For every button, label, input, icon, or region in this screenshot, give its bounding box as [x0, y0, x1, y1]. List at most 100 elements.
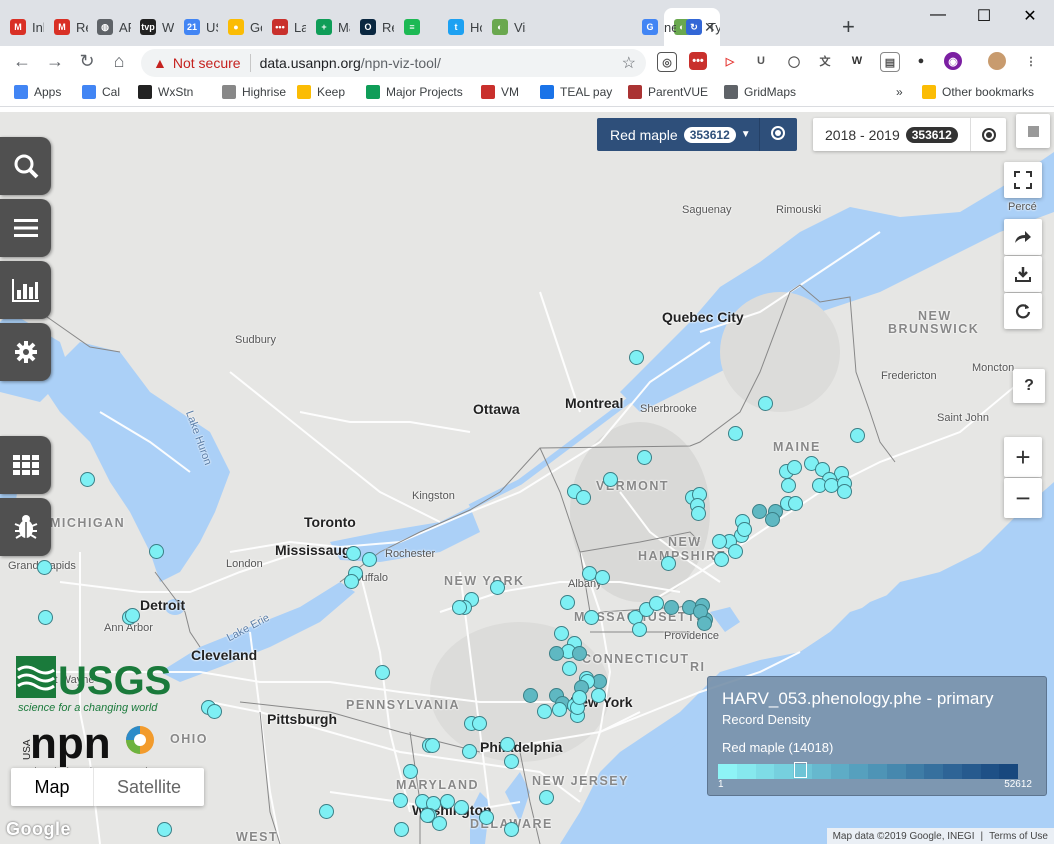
reload-icon[interactable]: ↻	[76, 51, 98, 72]
bookmark-0[interactable]: Apps	[14, 85, 61, 99]
back-icon[interactable]: ←	[11, 51, 33, 72]
observation-marker[interactable]	[637, 450, 652, 465]
terms-of-use-link[interactable]: Terms of Use	[989, 831, 1048, 842]
observation-marker[interactable]	[591, 688, 606, 703]
document-extension-icon[interactable]: ▤	[880, 52, 900, 72]
charts-button[interactable]	[0, 261, 51, 319]
avatar[interactable]	[988, 52, 1006, 70]
remove-year-icon[interactable]	[982, 128, 996, 142]
share-button[interactable]	[1004, 219, 1042, 255]
observation-marker[interactable]	[472, 716, 487, 731]
bookmark-2[interactable]: WxStn	[138, 85, 193, 99]
extension-icon[interactable]: ◎	[657, 52, 677, 72]
observation-marker[interactable]	[554, 626, 569, 641]
tab-9[interactable]: ≡	[394, 8, 438, 46]
grid-button[interactable]	[0, 436, 51, 494]
observation-marker[interactable]	[504, 822, 519, 837]
observation-marker[interactable]	[714, 552, 729, 567]
observation-marker[interactable]	[38, 610, 53, 625]
help-button[interactable]: ?	[1013, 369, 1045, 403]
bookmark-star-icon[interactable]: ☆	[622, 53, 636, 73]
minimize-button[interactable]: —	[923, 6, 953, 24]
map-type-map-button[interactable]: Map	[11, 768, 94, 806]
observation-marker[interactable]	[403, 764, 418, 779]
bookmark-3[interactable]: Highrise	[222, 85, 286, 99]
tab-13[interactable]: Gne	[632, 8, 676, 46]
map[interactable]: Saguenay Rimouski Percé Quebec City NEW BRUNS…	[0, 112, 1054, 844]
settings-button[interactable]	[0, 323, 51, 381]
observation-marker[interactable]	[362, 552, 377, 567]
other-bookmarks[interactable]: Other bookmarks	[922, 85, 1034, 99]
observation-marker[interactable]	[393, 793, 408, 808]
menu-dots-icon[interactable]: ⋮	[1022, 52, 1040, 70]
observation-marker[interactable]	[781, 478, 796, 493]
observation-marker[interactable]	[500, 737, 515, 752]
observation-marker[interactable]	[157, 822, 172, 837]
observation-marker[interactable]	[788, 496, 803, 511]
layers-menu-button[interactable]	[0, 199, 51, 257]
tab-10[interactable]: t Ho	[438, 8, 482, 46]
observation-marker[interactable]	[504, 754, 519, 769]
bookmark-5[interactable]: Major Projects	[366, 85, 463, 99]
observation-marker[interactable]	[125, 608, 140, 623]
home-icon[interactable]: ⌂	[108, 51, 130, 72]
observation-marker[interactable]	[572, 690, 587, 705]
bookmark-4[interactable]: Keep	[297, 85, 345, 99]
address-bar[interactable]: ▲ Not secure data.usanpn.org/npn-viz-too…	[141, 49, 646, 77]
download-button[interactable]	[1004, 256, 1042, 292]
observation-marker[interactable]	[375, 665, 390, 680]
tab-5[interactable]: ● Go	[218, 8, 262, 46]
bookmark-9[interactable]: GridMaps	[724, 85, 796, 99]
observation-marker[interactable]	[691, 506, 706, 521]
search-button[interactable]	[0, 137, 51, 195]
lastpass-extension-icon[interactable]: •••	[689, 52, 707, 70]
bookmarks-overflow-icon[interactable]: »	[896, 85, 903, 99]
observation-marker[interactable]	[549, 646, 564, 661]
zoom-out-button[interactable]: −	[1004, 478, 1042, 518]
observation-marker[interactable]	[346, 546, 361, 561]
observation-marker[interactable]	[344, 574, 359, 589]
observation-marker[interactable]	[560, 595, 575, 610]
observation-marker[interactable]	[454, 800, 469, 815]
tab-3[interactable]: tvp Wi	[130, 8, 174, 46]
observation-marker[interactable]	[149, 544, 164, 559]
year-range-selector[interactable]: 2018 - 2019 353612	[813, 118, 1006, 151]
refresh-button[interactable]	[1004, 293, 1042, 329]
observation-marker[interactable]	[537, 704, 552, 719]
map-options-toggle[interactable]	[1016, 114, 1050, 148]
observation-marker[interactable]	[728, 426, 743, 441]
observation-marker[interactable]	[787, 460, 802, 475]
observation-marker[interactable]	[603, 472, 618, 487]
tab-8[interactable]: O Re	[350, 8, 394, 46]
bug-report-button[interactable]	[0, 498, 51, 556]
observation-marker[interactable]	[765, 512, 780, 527]
map-type-satellite-button[interactable]: Satellite	[94, 768, 204, 806]
observation-marker[interactable]	[576, 490, 591, 505]
observation-marker[interactable]	[664, 600, 679, 615]
observation-marker[interactable]	[728, 544, 743, 559]
tab-0[interactable]: M Inb	[0, 8, 44, 46]
observation-marker[interactable]	[425, 738, 440, 753]
observation-marker[interactable]	[80, 472, 95, 487]
cast-extension-icon[interactable]: ▷	[721, 52, 739, 70]
observation-marker[interactable]	[37, 560, 52, 575]
tab-1[interactable]: MRe	[44, 8, 88, 46]
fullscreen-button[interactable]	[1004, 162, 1042, 198]
observation-marker[interactable]	[523, 688, 538, 703]
tab-7[interactable]: + Ma	[306, 8, 350, 46]
observation-marker[interactable]	[595, 570, 610, 585]
observation-marker[interactable]	[629, 350, 644, 365]
forward-icon[interactable]: →	[44, 51, 66, 72]
observation-marker[interactable]	[584, 610, 599, 625]
ublock-extension-icon[interactable]: U	[752, 52, 770, 70]
maximize-button[interactable]: ☐	[969, 6, 999, 26]
observation-marker[interactable]	[420, 808, 435, 823]
observation-marker[interactable]	[649, 596, 664, 611]
observation-marker[interactable]	[712, 534, 727, 549]
bookmark-1[interactable]: Cal	[82, 85, 120, 99]
observation-marker[interactable]	[850, 428, 865, 443]
observation-marker[interactable]	[490, 580, 505, 595]
observation-marker[interactable]	[737, 522, 752, 537]
observation-marker[interactable]	[552, 702, 567, 717]
chat-extension-icon[interactable]: ◯	[785, 52, 803, 70]
